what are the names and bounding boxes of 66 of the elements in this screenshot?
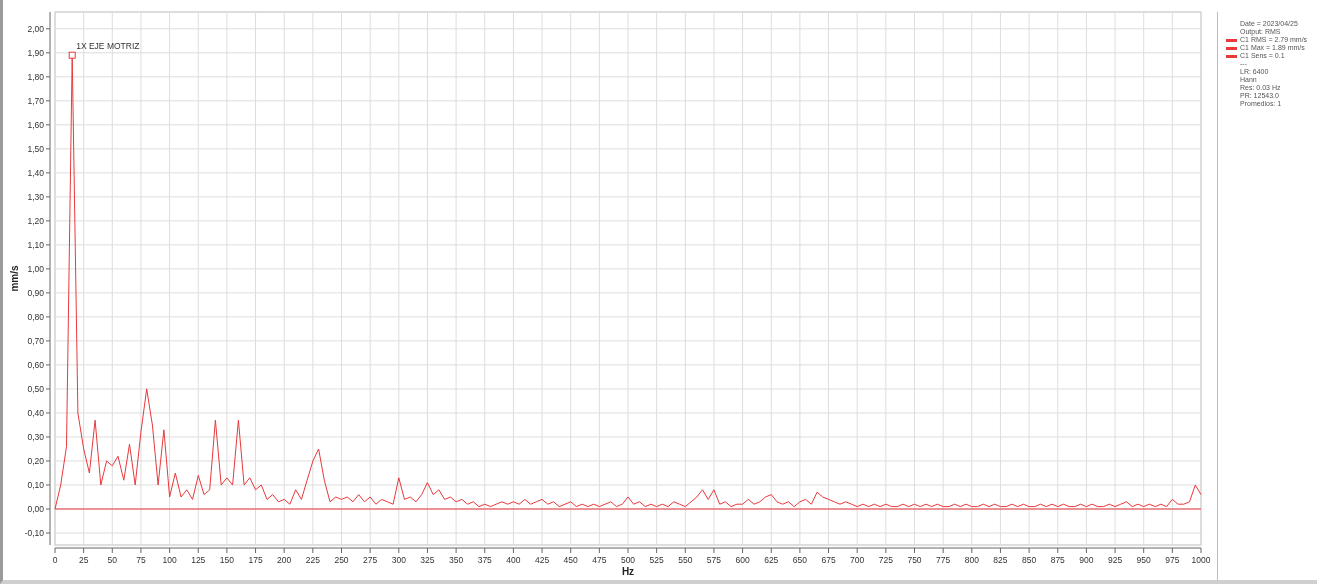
tick-label: 350 [449, 555, 464, 565]
tick-label: 750 [907, 555, 922, 565]
tick-label: 1,60 [27, 119, 44, 130]
tick-label: 25 [78, 555, 89, 565]
tick-label: 1,30 [27, 191, 44, 202]
tick-label: 1,70 [27, 95, 44, 106]
tick-label: 50 [107, 555, 118, 565]
tick-label: 225 [305, 555, 320, 565]
tick-label: 1,00 [27, 263, 44, 274]
tick-label: -0,10 [24, 528, 44, 538]
tick-label: 150 [219, 555, 234, 565]
tick-label: 950 [1136, 555, 1151, 565]
tick-label: 600 [735, 555, 750, 565]
tick-label: 0,70 [27, 335, 44, 346]
axis-title: mm/s [9, 265, 20, 292]
tick-label: 2,00 [27, 23, 44, 34]
tick-label: 1,80 [27, 71, 44, 82]
tick-label: 1,90 [27, 47, 44, 58]
tick-label: 375 [477, 555, 492, 565]
tick-label: 0,30 [27, 431, 44, 442]
tick-label: 400 [506, 555, 521, 565]
tick-label: 650 [792, 555, 807, 565]
tick-label: 550 [678, 555, 693, 565]
tick-label: 900 [1079, 555, 1094, 565]
tick-label: 875 [1050, 555, 1065, 565]
tick-label: 675 [821, 555, 836, 565]
tick-label: 850 [1022, 555, 1037, 565]
tick-label: 975 [1165, 555, 1180, 565]
tick-label: 0,90 [27, 287, 44, 298]
tick-label: 0,50 [27, 383, 44, 394]
tick-label: 125 [191, 555, 206, 565]
tick-label: 0,80 [27, 311, 44, 322]
tick-label: 1,10 [27, 239, 44, 250]
tick-label: 500 [620, 555, 636, 565]
tick-label: 800 [964, 555, 979, 565]
tick-label: 825 [993, 555, 1008, 565]
tick-label: 725 [878, 555, 893, 565]
tick-label: 200 [277, 555, 292, 565]
tick-label: 425 [534, 555, 550, 565]
tick-label: 925 [1107, 555, 1123, 565]
peak-label: 1X EJE MOTRIZ [76, 41, 140, 52]
tick-label: 450 [563, 555, 578, 565]
tick-label: 0,40 [27, 407, 44, 418]
tick-label: 100 [162, 555, 177, 565]
tick-label: 0 [52, 555, 58, 565]
tick-label: 0,60 [27, 359, 44, 370]
tick-label: 1,20 [27, 215, 44, 226]
tick-label: 1,50 [27, 143, 44, 154]
tick-label: 0,10 [27, 480, 44, 490]
tick-label: 1,40 [27, 167, 44, 178]
axis-title: Hz [621, 566, 635, 577]
tick-label: 300 [391, 555, 406, 565]
tick-label: 1000 [1191, 555, 1211, 565]
tick-label: 625 [764, 555, 779, 565]
tick-label: 575 [706, 555, 722, 565]
tick-label: 475 [592, 555, 607, 565]
tick-label: 325 [420, 555, 435, 565]
tick-label: 700 [850, 555, 865, 565]
tick-label: 75 [136, 555, 146, 565]
tick-label: 0,00 [27, 504, 44, 514]
tick-label: 175 [248, 555, 263, 565]
tick-label: 275 [363, 555, 378, 565]
tick-label: 0,20 [27, 455, 44, 466]
tick-label: 525 [649, 555, 664, 565]
tick-label: 775 [936, 555, 951, 565]
tick-label: 250 [334, 555, 349, 565]
